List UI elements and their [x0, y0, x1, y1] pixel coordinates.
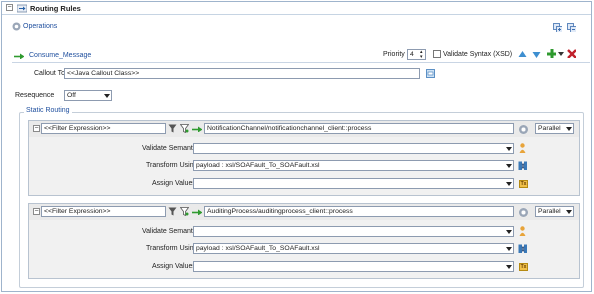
collapse-icon[interactable]: − [33, 125, 40, 132]
panel-title: Routing Rules [30, 4, 81, 13]
transform-icon[interactable] [518, 161, 527, 170]
validate-semantic-select[interactable] [193, 226, 514, 237]
message-divider [12, 62, 590, 63]
validate-syntax-checkbox[interactable] [433, 50, 441, 58]
resequence-select[interactable]: Off [64, 90, 112, 101]
route-target-input[interactable]: AuditingProcess/auditingprocess_client::… [204, 206, 514, 217]
collapse-icon[interactable]: − [6, 4, 13, 11]
callout-label: Callout To [34, 70, 66, 77]
schema-icon[interactable] [519, 226, 526, 236]
execution-mode-value: Parallel [538, 208, 561, 215]
assign-values-label: Assign Values [152, 180, 196, 187]
routing-rules-header: − Routing Rules [2, 2, 591, 15]
operations-link[interactable]: Operations [23, 23, 57, 30]
settings-icon[interactable] [519, 208, 528, 217]
priority-input[interactable]: 4 [407, 49, 421, 60]
route-target-input[interactable]: NotificationChannel/notificationchannel_… [204, 123, 514, 134]
route-arrow-icon [192, 209, 202, 215]
add-icon[interactable] [547, 49, 556, 58]
transform-icon[interactable] [518, 244, 527, 253]
route-arrow-icon [192, 126, 202, 132]
move-down-icon[interactable] [532, 50, 541, 59]
add-menu-icon[interactable] [558, 52, 567, 61]
collapse-icon[interactable]: − [33, 208, 40, 215]
priority-spinner[interactable]: ▴ ▾ [420, 49, 426, 60]
filter-expression-input[interactable]: <<Filter Expression>> [41, 206, 166, 217]
routing-rules-panel: − Routing Rules Operations Consume_Messa… [1, 1, 592, 292]
priority-label: Priority [383, 51, 405, 58]
schema-icon[interactable] [519, 143, 526, 153]
routing-icon [17, 4, 27, 13]
transform-using-label: Transform Using [146, 162, 198, 169]
filter-expression-input[interactable]: <<Filter Expression>> [41, 123, 166, 134]
assign-icon[interactable]: Tx [519, 180, 528, 188]
assign-values-select[interactable] [193, 261, 514, 272]
settings-icon[interactable] [519, 125, 528, 134]
validate-semantic-label: Validate Semantic [142, 145, 198, 152]
validate-semantic-select[interactable] [193, 143, 514, 154]
transform-using-label: Transform Using [146, 245, 198, 252]
transform-value: payload : xsl/SOAFault_To_SOAFault.xsl [196, 245, 320, 252]
static-routing-legend: Static Routing [24, 107, 72, 114]
route-panel: − <<Filter Expression>> AuditingProcess/… [28, 203, 580, 279]
callout-input[interactable]: <<Java Callout Class>> [64, 68, 420, 79]
class-browse-icon[interactable] [426, 69, 435, 78]
transform-value: payload : xsl/SOAFault_To_SOAFault.xsl [196, 162, 320, 169]
message-name-link[interactable]: Consume_Message [29, 52, 91, 59]
filter-edit-icon[interactable] [168, 207, 177, 216]
resequence-label: Resequence [15, 92, 55, 99]
delete-icon[interactable] [567, 49, 576, 58]
validate-syntax-label: Validate Syntax (XSD) [443, 51, 513, 58]
filter-edit-icon[interactable] [168, 124, 177, 133]
filter-builder-icon[interactable] [180, 207, 189, 216]
route-arrow-icon [14, 53, 24, 59]
filter-builder-icon[interactable] [180, 124, 189, 133]
transform-select[interactable]: payload : xsl/SOAFault_To_SOAFault.xsl [193, 160, 514, 171]
transform-select[interactable]: payload : xsl/SOAFault_To_SOAFault.xsl [193, 243, 514, 254]
assign-icon[interactable]: Tx [519, 263, 528, 271]
execution-mode-select[interactable]: Parallel [535, 206, 574, 217]
route-panel: − <<Filter Expression>> NotificationChan… [28, 120, 580, 196]
operations-gear-icon [12, 22, 21, 31]
execution-mode-value: Parallel [538, 125, 561, 132]
expand-all-icon[interactable] [553, 23, 562, 32]
execution-mode-select[interactable]: Parallel [535, 123, 574, 134]
collapse-all-icon[interactable] [567, 23, 576, 32]
move-up-icon[interactable] [518, 50, 527, 59]
resequence-value: Off [67, 92, 76, 99]
validate-semantic-label: Validate Semantic [142, 228, 198, 235]
assign-values-label: Assign Values [152, 263, 196, 270]
assign-values-select[interactable] [193, 178, 514, 189]
